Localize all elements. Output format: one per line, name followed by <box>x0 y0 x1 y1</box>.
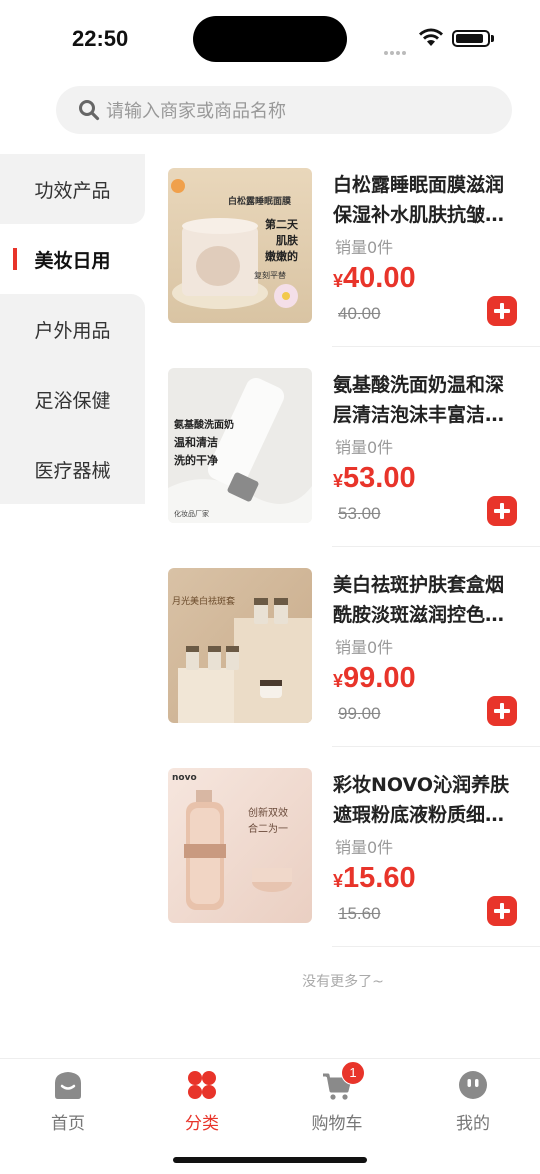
image-text: novo <box>172 773 197 783</box>
signal-icon <box>384 40 408 59</box>
product-card[interactable]: 氨基酸洗面奶 温和清洁 洗的干净 化妆品厂家 氨基酸洗面奶温和深层清洁泡沫丰富洁… <box>168 364 540 564</box>
product-price: ¥99.00 <box>333 662 416 695</box>
product-original-price: 53.00 <box>338 504 381 523</box>
image-text: 复刻平替 <box>254 270 286 280</box>
add-to-cart-button[interactable] <box>487 896 517 926</box>
category-icon <box>188 1071 216 1099</box>
dynamic-island <box>193 16 347 62</box>
tab-profile[interactable]: 我的 <box>433 1069 513 1134</box>
product-card[interactable]: novo 创新双效 合二为一 彩妆NOVO沁润养肤遮瑕粉底液粉质细… 销量0件 … <box>168 764 540 964</box>
divider <box>332 746 540 747</box>
product-card[interactable]: 月光美白祛斑套 美白祛斑护肤套盒烟酰胺淡斑滋润控色… 销量0件 ¥99.00 9… <box>168 564 540 764</box>
product-image[interactable]: 月光美白祛斑套 <box>168 568 312 723</box>
sidebar-item-label: 足浴保健 <box>34 389 111 412</box>
price-value: 15.60 <box>343 862 416 894</box>
sidebar-item-efficacy[interactable]: 功效产品 <box>0 154 145 224</box>
divider <box>332 946 540 947</box>
sidebar-item-label: 户外用品 <box>34 319 111 342</box>
profile-icon <box>459 1071 487 1099</box>
tab-cart[interactable]: 购物车 <box>297 1069 377 1134</box>
search-bar[interactable]: 请输入商家或商品名称 <box>56 86 512 134</box>
product-price: ¥40.00 <box>333 262 416 295</box>
tab-label: 首页 <box>51 1114 85 1134</box>
product-price: ¥15.60 <box>333 862 416 895</box>
add-to-cart-button[interactable] <box>487 496 517 526</box>
search-icon <box>79 100 100 121</box>
no-more-text: 没有更多了~ <box>302 974 384 990</box>
add-to-cart-button[interactable] <box>487 296 517 326</box>
image-text: 肌肤 <box>275 233 299 247</box>
price-value: 40.00 <box>343 262 416 294</box>
image-text: 合二为一 <box>248 822 288 835</box>
sidebar-item-medical[interactable]: 医疗器械 <box>0 434 145 504</box>
sidebar-item-foot-care[interactable]: 足浴保健 <box>0 364 145 434</box>
tab-label: 分类 <box>185 1114 219 1134</box>
product-original-price: 40.00 <box>338 304 381 323</box>
category-sidebar: 功效产品 美妆日用 户外用品 足浴保健 医疗器械 <box>0 154 145 504</box>
tab-home[interactable]: 首页 <box>28 1069 108 1134</box>
product-image[interactable]: 白松露睡眠面膜 第二天 肌肤 嫩嫩的 复刻平替 <box>168 168 312 323</box>
image-text: 嫩嫩的 <box>265 249 298 263</box>
sidebar-item-label: 美妆日用 <box>34 249 111 272</box>
home-indicator[interactable] <box>173 1157 367 1163</box>
image-text: 化妆品厂家 <box>174 509 209 518</box>
image-text: 第二天 <box>265 217 299 231</box>
sidebar-item-outdoor[interactable]: 户外用品 <box>0 294 145 364</box>
tab-category[interactable]: 分类 <box>162 1069 242 1134</box>
add-to-cart-button[interactable] <box>487 696 517 726</box>
product-card[interactable]: 白松露睡眠面膜 第二天 肌肤 嫩嫩的 复刻平替 白松露睡眠面膜滋润保湿补水肌肤抗… <box>168 164 540 364</box>
battery-tip <box>491 35 494 42</box>
divider <box>332 346 540 347</box>
currency-symbol: ¥ <box>333 871 344 891</box>
image-text: 氨基酸洗面奶 <box>174 418 234 431</box>
product-title[interactable]: 氨基酸洗面奶温和深层清洁泡沫丰富洁… <box>333 370 518 430</box>
sidebar-item-label: 功效产品 <box>34 179 111 202</box>
home-icon <box>55 1072 81 1099</box>
image-text: 温和清洁 <box>174 435 218 449</box>
wifi-icon <box>419 28 443 46</box>
product-price: ¥53.00 <box>333 462 416 495</box>
product-image[interactable]: novo 创新双效 合二为一 <box>168 768 312 923</box>
divider <box>332 546 540 547</box>
image-text: 洗的干净 <box>174 453 218 467</box>
product-title[interactable]: 白松露睡眠面膜滋润保湿补水肌肤抗皱… <box>333 170 518 230</box>
battery-icon <box>452 30 490 47</box>
product-sales: 销量0件 <box>335 638 394 657</box>
product-list: 白松露睡眠面膜 第二天 肌肤 嫩嫩的 复刻平替 白松露睡眠面膜滋润保湿补水肌肤抗… <box>168 164 540 964</box>
status-bar: 22:50 <box>0 0 540 80</box>
price-value: 99.00 <box>343 662 416 694</box>
product-sales: 销量0件 <box>335 438 394 457</box>
search-input[interactable]: 请输入商家或商品名称 <box>106 97 286 123</box>
currency-symbol: ¥ <box>333 671 344 691</box>
image-text: 创新双效 <box>248 806 288 819</box>
image-text: 白松露睡眠面膜 <box>228 195 292 207</box>
tab-label: 购物车 <box>311 1114 363 1134</box>
currency-symbol: ¥ <box>333 471 344 491</box>
product-sales: 销量0件 <box>335 238 394 257</box>
price-value: 53.00 <box>343 462 416 494</box>
product-title[interactable]: 彩妆NOVO沁润养肤遮瑕粉底液粉质细… <box>333 770 518 830</box>
currency-symbol: ¥ <box>333 271 344 291</box>
product-sales: 销量0件 <box>335 838 394 857</box>
tab-label: 我的 <box>456 1114 490 1134</box>
sidebar-item-beauty[interactable]: 美妆日用 <box>0 224 145 294</box>
sidebar-item-label: 医疗器械 <box>34 459 111 482</box>
product-original-price: 15.60 <box>338 904 381 923</box>
cart-badge: 1 <box>341 1061 365 1085</box>
product-title[interactable]: 美白祛斑护肤套盒烟酰胺淡斑滋润控色… <box>333 570 518 630</box>
product-image[interactable]: 氨基酸洗面奶 温和清洁 洗的干净 化妆品厂家 <box>168 368 312 523</box>
status-time: 22:50 <box>72 26 129 51</box>
image-text: 月光美白祛斑套 <box>172 595 235 607</box>
product-original-price: 99.00 <box>338 704 381 723</box>
